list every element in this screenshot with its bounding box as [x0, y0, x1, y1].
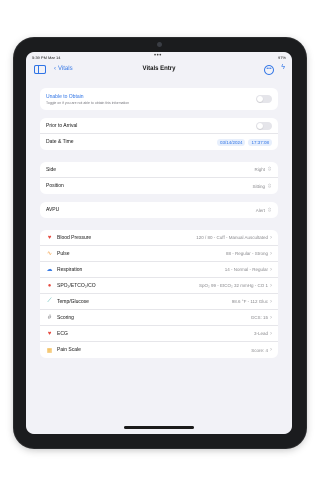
avpu-row[interactable]: AVPU Alert ⇳ — [40, 202, 278, 218]
chevron-right-icon: › — [270, 250, 272, 257]
heart-icon: ♥ — [47, 234, 52, 241]
side-row[interactable]: Side Right ⇳ — [40, 162, 278, 178]
vital-label: ECG — [57, 330, 68, 337]
chevron-right-icon: › — [270, 282, 272, 289]
ecg-heart-icon: ♥ — [47, 330, 52, 337]
unable-to-obtain-row: Unable to Obtain Toggle on if you are no… — [40, 88, 278, 110]
hash-icon: # — [47, 314, 52, 321]
position-value: Sitting — [252, 183, 265, 189]
time-picker[interactable]: 17:37:08 — [248, 138, 272, 146]
date-time-row: Date & Time 03/14/2024 17:37:08 — [40, 134, 278, 150]
vital-row-spo2[interactable]: ● SPO₂/ETCO₂/CO SpO₂ 99 - EtCO₂ 32 mmHg … — [40, 278, 278, 294]
chevron-right-icon: › — [270, 234, 272, 241]
chevron-right-icon: › — [270, 330, 272, 337]
page-title: Vitals Entry — [142, 66, 176, 72]
status-time: 5:39 PM Mar 14 — [32, 55, 61, 60]
vital-label: Respiration — [57, 266, 83, 273]
pulse-icon: ∿ — [46, 251, 53, 257]
side-label: Side — [46, 166, 57, 173]
vital-label: Pain Scale — [57, 347, 81, 353]
vital-value: GCS: 15 — [250, 315, 268, 320]
position-label: Position — [46, 183, 64, 189]
nav-bar: ‹ Vitals Vitals Entry ••• ϟ — [26, 62, 292, 78]
date-time-label: Date & Time — [46, 139, 74, 145]
status-bar: 5:39 PM Mar 14 ••• 97% — [26, 52, 292, 62]
thermometer-icon: ⟋ — [47, 298, 52, 304]
vital-label: Temp/Glucose — [57, 298, 89, 305]
unable-to-obtain-label: Unable to Obtain — [46, 93, 84, 100]
chevron-right-icon: › — [270, 266, 272, 273]
vital-value: Score: 4 — [251, 347, 268, 353]
chevron-right-icon: › — [270, 298, 272, 305]
side-value: Right — [254, 167, 265, 172]
home-indicator[interactable] — [124, 426, 194, 429]
chevron-up-down-icon: ⇳ — [266, 167, 272, 173]
vital-value: 3-Lead — [253, 331, 268, 336]
vital-label: Scoring — [57, 314, 74, 321]
timing-card: Prior to Arrival Date & Time 03/14/2024 … — [40, 118, 278, 150]
vital-row-blood-pressure[interactable]: ♥ Blood Pressure 120 / 80 - Cuff - Manua… — [40, 230, 278, 246]
obtain-card: Unable to Obtain Toggle on if you are no… — [40, 88, 278, 110]
avpu-card: AVPU Alert ⇳ — [40, 202, 278, 218]
vital-row-pain-scale[interactable]: ▦ Pain Scale Score: 4 › — [40, 342, 278, 358]
vital-row-pulse[interactable]: ∿ Pulse 88 - Regular - Strong › — [40, 246, 278, 262]
avpu-value: Alert — [255, 207, 265, 213]
vital-row-temp-glucose[interactable]: ⟋ Temp/Glucose 98.6 °F - 112 Gluc › — [40, 294, 278, 310]
status-battery: 97% — [277, 55, 286, 60]
unable-to-obtain-toggle[interactable] — [256, 95, 272, 103]
vital-label: Blood Pressure — [57, 234, 92, 241]
vital-value: 14 - Normal - Regular — [224, 267, 268, 272]
camera-dot — [157, 42, 162, 47]
screen: 5:39 PM Mar 14 ••• 97% ‹ Vitals Vitals E… — [26, 52, 292, 434]
prior-to-arrival-row: Prior to Arrival — [40, 118, 278, 134]
vital-label: Pulse — [57, 250, 70, 257]
unable-to-obtain-hint: Toggle on if you are not able to obtain … — [46, 100, 130, 105]
prior-to-arrival-label: Prior to Arrival — [46, 122, 78, 129]
vital-row-ecg[interactable]: ♥ ECG 3-Lead › — [40, 326, 278, 342]
position-card: Side Right ⇳ Position Sitting ⇳ — [40, 162, 278, 194]
vital-value: 88 - Regular - Strong — [225, 251, 268, 256]
ellipsis-circle-icon[interactable]: ••• — [264, 65, 274, 75]
vital-value: SpO₂ 99 - EtCO₂ 32 mmHg - CO 1 — [198, 283, 268, 288]
vital-row-respiration[interactable]: ☁ Respiration 14 - Normal - Regular › — [40, 262, 278, 278]
vital-value: 98.6 °F - 112 Gluc — [231, 299, 268, 304]
prior-to-arrival-toggle[interactable] — [256, 121, 272, 130]
multitask-dots[interactable]: ••• — [154, 53, 162, 59]
avpu-label: AVPU — [46, 207, 60, 213]
date-picker[interactable]: 03/14/2024 — [216, 138, 246, 146]
lungs-icon: ☁ — [46, 267, 53, 273]
position-row[interactable]: Position Sitting ⇳ — [40, 178, 278, 194]
chevron-up-down-icon: ⇳ — [266, 207, 272, 214]
vital-row-scoring[interactable]: # Scoring GCS: 15 › — [40, 310, 278, 326]
vital-label: SPO₂/ETCO₂/CO — [57, 282, 96, 289]
vitals-list: ♥ Blood Pressure 120 / 80 - Cuff - Manua… — [40, 230, 278, 358]
bolt-icon[interactable]: ϟ — [281, 64, 285, 71]
chevron-up-down-icon: ⇳ — [266, 183, 272, 190]
chevron-right-icon: › — [270, 314, 272, 321]
vital-value: 120 / 80 - Cuff - Manual Auscultated — [196, 235, 268, 240]
chevron-right-icon: › — [270, 347, 272, 353]
drop-icon: ● — [47, 282, 52, 289]
pain-scale-icon: ▦ — [46, 347, 53, 354]
